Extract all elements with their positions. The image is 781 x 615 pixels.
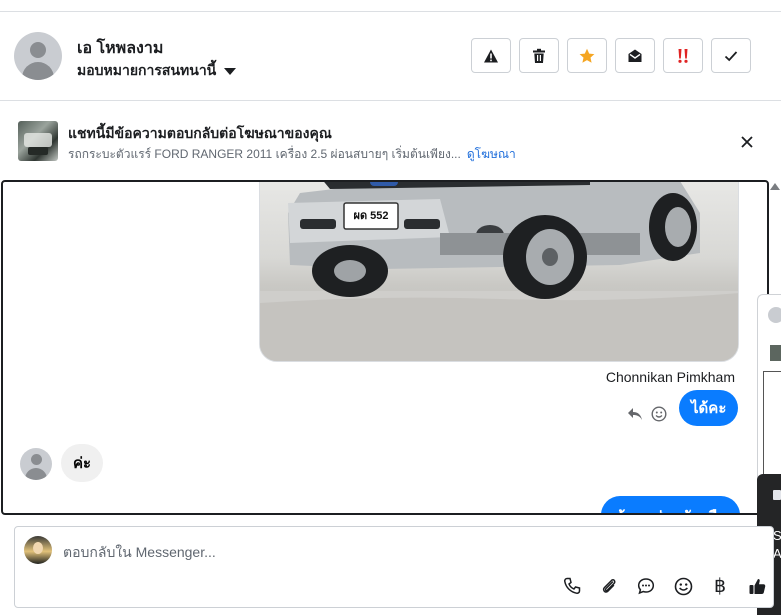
- star-button[interactable]: [567, 38, 607, 73]
- baht-icon: ฿: [713, 575, 727, 597]
- check-icon: [724, 50, 738, 61]
- reply-composer: ตอบกลับใน Messenger... ฿: [14, 526, 774, 608]
- smile-icon: [674, 577, 692, 595]
- toast-text-2: A: [773, 546, 781, 561]
- view-ad-link[interactable]: ดูโฆษณา: [467, 147, 516, 161]
- ad-car-photo[interactable]: ผด 552: [259, 182, 739, 362]
- assign-conversation-dropdown[interactable]: มอบหมายการสนทนานี้: [77, 60, 237, 82]
- banner-subtitle: รถกระบะตัวแรร์ FORD RANGER 2011 เครื่อง …: [68, 145, 516, 164]
- close-banner-button[interactable]: [736, 131, 758, 153]
- preview-box: [763, 371, 781, 475]
- calendar-icon: [773, 490, 781, 500]
- payment-button[interactable]: ฿: [707, 573, 733, 599]
- conversation-header: เอ โหพลงาม มอบหมายการสนทนานี้: [0, 12, 781, 101]
- ad-description: รถกระบะตัวแรร์ FORD RANGER 2011 เครื่อง …: [68, 147, 461, 161]
- ad-reply-banner: แชทนี้มีข้อความตอบกลับต่อโฆษณาของคุณ รถก…: [0, 101, 781, 179]
- composer-tools: ฿: [559, 573, 770, 599]
- avatar: [768, 307, 781, 323]
- paperclip-icon: [602, 579, 616, 593]
- contact-name[interactable]: เอ โหพลงาม: [77, 36, 163, 61]
- page-avatar: [24, 536, 52, 564]
- contact-avatar-small: [20, 448, 52, 480]
- inbox-conversation-view: เอ โหพลงาม มอบหมายการสนทนานี้ แชทนี้มีข้…: [0, 0, 781, 615]
- license-plate-text: ผด 552: [354, 210, 389, 222]
- ad-thumbnail[interactable]: [18, 121, 58, 161]
- star-icon: [579, 48, 595, 63]
- mark-unread-button[interactable]: [615, 38, 655, 73]
- toast-text-1: S: [773, 528, 781, 543]
- message-thread[interactable]: ผด 552 Chonnikan Pimkham ได้คะ ค่ะ: [1, 180, 769, 515]
- close-icon: [741, 136, 753, 148]
- chat-bubble-icon: [637, 578, 655, 595]
- follow-up-button[interactable]: [663, 38, 703, 73]
- banner-title: แชทนี้มีข้อความตอบกลับต่อโฆษณาของคุณ: [68, 125, 332, 141]
- outgoing-message[interactable]: ได้คะ: [679, 390, 739, 426]
- reply-icon[interactable]: [627, 407, 643, 421]
- outgoing-message[interactable]: ข้อมูลส่วนตัวหรือ: [601, 496, 741, 513]
- like-button[interactable]: [744, 573, 770, 599]
- react-emoji-icon[interactable]: [651, 406, 667, 422]
- delete-button[interactable]: [519, 38, 559, 73]
- pickup-truck-image: ผด 552: [260, 182, 738, 361]
- caret-down-icon: [224, 67, 237, 75]
- emoji-button[interactable]: [670, 573, 696, 599]
- scroll-up-arrow-icon[interactable]: [770, 183, 780, 190]
- contact-avatar[interactable]: [14, 32, 62, 80]
- thumbs-up-icon: [749, 578, 765, 594]
- report-button[interactable]: [471, 38, 511, 73]
- attach-button[interactable]: [596, 573, 622, 599]
- message-actions: [627, 406, 667, 422]
- double-exclamation-icon: [678, 48, 688, 63]
- thumbnail: [770, 345, 781, 361]
- phone-icon: [564, 577, 581, 594]
- envelope-open-icon: [628, 49, 642, 62]
- call-button[interactable]: [559, 573, 585, 599]
- incoming-message[interactable]: ค่ะ: [61, 444, 104, 482]
- mark-done-button[interactable]: [711, 38, 751, 73]
- assign-label: มอบหมายการสนทนานี้: [77, 62, 217, 78]
- trash-icon: [533, 48, 545, 63]
- sender-name: Chonnikan Pimkham: [605, 369, 735, 385]
- warning-icon: [484, 49, 498, 62]
- reply-input[interactable]: ตอบกลับใน Messenger...: [63, 542, 216, 564]
- saved-reply-button[interactable]: [633, 573, 659, 599]
- header-actions: [471, 38, 751, 73]
